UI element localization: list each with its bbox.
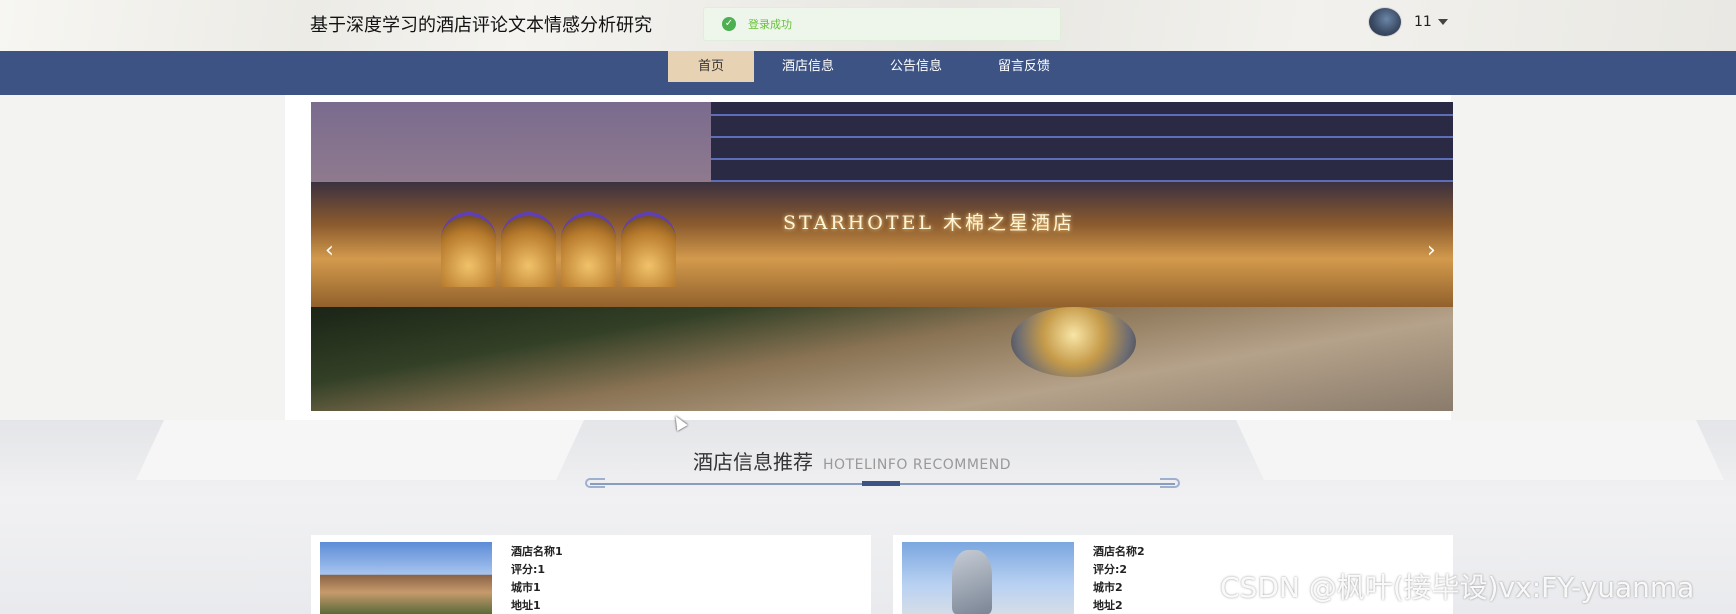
site-header: 基于深度学习的酒店评论文本情感分析研究 ✓ 登录成功 11 <box>0 0 1736 52</box>
banner-carousel[interactable]: STARHOTEL 木棉之星酒店 ‹ › <box>311 102 1453 411</box>
hotel-card[interactable]: 酒店名称1 评分:1 城市1 地址1 <box>311 535 871 614</box>
hotel-address: 地址2 <box>1093 599 1123 612</box>
csdn-watermark: CSDN @枫叶(接毕设)vx:FY-yuanma <box>1220 571 1695 604</box>
user-menu[interactable]: 11 <box>1368 6 1448 38</box>
background-slab <box>1236 420 1724 480</box>
toast-message: 登录成功 <box>748 18 792 31</box>
divider-ornament <box>1160 478 1180 488</box>
login-success-toast: ✓ 登录成功 <box>703 7 1061 41</box>
hotel-address: 地址1 <box>511 599 541 612</box>
banner-fountain <box>1011 307 1136 377</box>
user-name[interactable]: 11 <box>1414 14 1432 30</box>
carousel-next-icon[interactable]: › <box>1427 240 1436 262</box>
banner-arch <box>501 212 556 287</box>
hotel-info: 酒店名称2 评分:2 城市2 地址2 <box>1093 543 1145 614</box>
nav-item-feedback[interactable]: 留言反馈 <box>970 51 1078 82</box>
nav-item-hotel-info[interactable]: 酒店信息 <box>754 51 862 82</box>
chevron-down-icon[interactable] <box>1437 19 1448 25</box>
background-slab <box>136 420 584 480</box>
banner-arch <box>561 212 616 287</box>
hotel-score: 评分:2 <box>1093 563 1128 576</box>
section-heading: 酒店信息推荐 HOTELINFO RECOMMEND <box>693 446 1011 475</box>
carousel-prev-icon[interactable]: ‹ <box>325 240 334 262</box>
nav-item-announcements[interactable]: 公告信息 <box>862 51 970 82</box>
section-title: 酒店信息推荐 <box>693 450 813 474</box>
avatar[interactable] <box>1368 7 1402 37</box>
hotel-name: 酒店名称2 <box>1093 545 1145 558</box>
nav-item-home[interactable]: 首页 <box>668 51 754 82</box>
section-subtitle: HOTELINFO RECOMMEND <box>823 457 1011 473</box>
main-nav: 首页 酒店信息 公告信息 留言反馈 <box>0 51 1736 95</box>
hotel-info: 酒店名称1 评分:1 城市1 地址1 <box>511 543 563 614</box>
check-icon: ✓ <box>722 17 736 31</box>
banner-arch <box>441 212 496 287</box>
banner-plaza <box>311 307 1453 411</box>
hotel-score: 评分:1 <box>511 563 546 576</box>
hotel-city: 城市1 <box>511 581 541 594</box>
hotel-city: 城市2 <box>1093 581 1123 594</box>
banner-hotel-sign: STARHOTEL 木棉之星酒店 <box>783 212 1076 234</box>
hotel-image[interactable] <box>902 542 1074 614</box>
mouse-cursor-icon <box>670 412 688 432</box>
section-divider-accent <box>862 481 900 486</box>
nav-items: 首页 酒店信息 公告信息 留言反馈 <box>668 51 1078 82</box>
hotel-name: 酒店名称1 <box>511 545 563 558</box>
banner-arch <box>621 212 676 287</box>
hotel-image[interactable] <box>320 542 492 614</box>
site-title: 基于深度学习的酒店评论文本情感分析研究 <box>310 15 652 36</box>
